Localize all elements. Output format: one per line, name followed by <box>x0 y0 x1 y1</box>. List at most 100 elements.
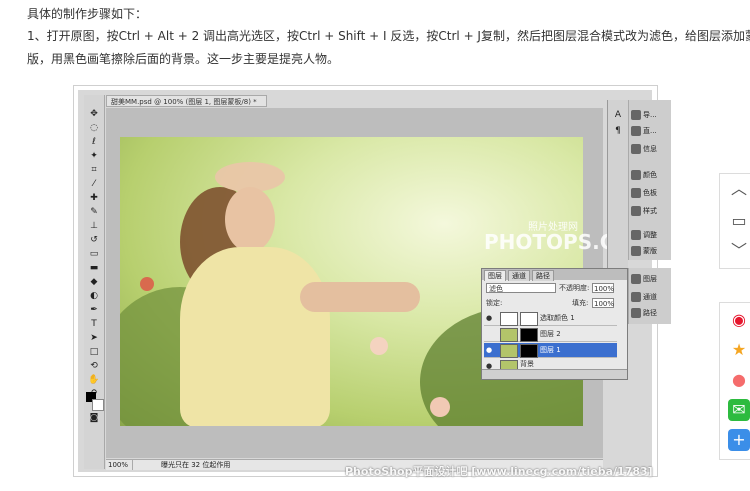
layer-row-selected[interactable]: ● 图层 1 <box>484 343 617 358</box>
weibo-icon[interactable]: ◉ <box>728 309 750 331</box>
histogram-icon <box>631 126 641 136</box>
dock-item-masks[interactable]: 蒙版 <box>631 244 657 258</box>
visibility-eye-icon[interactable] <box>486 330 494 338</box>
type-tool-icon[interactable]: T <box>87 319 101 329</box>
marquee-tool-icon[interactable]: ◌ <box>87 123 101 133</box>
face-shape <box>225 187 275 252</box>
layers-panel-footer <box>482 369 627 379</box>
eraser-tool-icon[interactable]: ▭ <box>87 249 101 259</box>
masks-icon <box>631 246 641 256</box>
article-line-1: 具体的制作步骤如下： <box>27 7 148 21</box>
brush-tool-icon[interactable]: ✎ <box>87 207 101 217</box>
character-panel-icon[interactable]: A <box>611 110 625 120</box>
eyedropper-tool-icon[interactable]: ⁄ <box>87 179 101 189</box>
magic-wand-tool-icon[interactable]: ✦ <box>87 151 101 161</box>
dock-item-color[interactable]: 颜色 <box>631 168 657 182</box>
dock-item-channels[interactable]: 通道 <box>631 290 657 304</box>
dock-item-adjustments[interactable]: 调整 <box>631 228 657 242</box>
tab-paths[interactable]: 路径 <box>532 270 554 281</box>
blend-mode-select[interactable]: 滤色 <box>486 283 556 293</box>
paragraph-panel-icon[interactable]: ¶ <box>611 126 625 136</box>
paths-icon <box>631 308 641 318</box>
info-icon <box>631 144 641 154</box>
layer-row[interactable]: 图层 2 <box>484 327 617 342</box>
layers-panel: 图层 通道 路径 滤色 不透明度: 100% 锁定: 填充: 100% ● 选取… <box>481 268 628 380</box>
layer-mask-thumbnail <box>520 344 538 358</box>
dock-label: 通道 <box>643 293 657 301</box>
lock-label: 锁定: <box>486 299 503 307</box>
qzone-star-icon[interactable]: ★ <box>728 339 750 361</box>
flower-shape <box>370 337 388 355</box>
lasso-tool-icon[interactable]: ℓ <box>87 137 101 147</box>
dock-item-layers[interactable]: 图层 <box>631 272 657 286</box>
share-bar: ◉ ★ ● ✉ + <box>719 302 750 460</box>
clone-stamp-tool-icon[interactable]: ⊥ <box>87 221 101 231</box>
dock-label: 直... <box>643 127 657 135</box>
comment-icon[interactable]: ▭ <box>728 210 750 232</box>
channels-icon <box>631 292 641 302</box>
flower-shape <box>140 277 154 291</box>
shape-tool-icon[interactable]: □ <box>87 347 101 357</box>
more-share-icon[interactable]: + <box>728 429 750 451</box>
arm-shape <box>300 282 420 312</box>
dock-item-navigator[interactable]: 导... <box>631 108 657 122</box>
background-color-swatch[interactable] <box>92 399 104 411</box>
dock-item-paths[interactable]: 路径 <box>631 306 657 320</box>
chevron-up-icon[interactable]: ︿ <box>728 178 750 200</box>
panel-dock-layers: 图层 通道 路径 <box>628 268 671 324</box>
chevron-down-icon[interactable]: ﹀ <box>728 240 750 262</box>
3d-tool-icon[interactable]: ⟲ <box>87 361 101 371</box>
dock-item-histogram[interactable]: 直... <box>631 124 657 138</box>
visibility-eye-icon[interactable]: ● <box>486 346 494 354</box>
dock-item-swatches[interactable]: 色板 <box>631 186 657 200</box>
tab-layers[interactable]: 图层 <box>484 270 506 281</box>
layers-panel-tabs: 图层 通道 路径 <box>482 269 627 281</box>
opacity-label: 不透明度: <box>559 284 590 292</box>
layer-mask-thumbnail <box>520 328 538 342</box>
history-brush-tool-icon[interactable]: ↺ <box>87 235 101 245</box>
layer-thumbnail <box>500 328 518 342</box>
dock-label: 信息 <box>643 145 657 153</box>
shirt-shape <box>180 247 330 426</box>
document-tab[interactable]: 甜美MM.psd @ 100% (图层 1, 图层蒙板/8) * <box>106 95 267 107</box>
zoom-level[interactable]: 100% <box>106 460 133 470</box>
quick-mask-icon[interactable]: ◙ <box>87 413 101 423</box>
hand-tool-icon[interactable]: ✋ <box>87 375 101 385</box>
panel-dock: 导... 直... 信息 颜色 色板 样式 调整 蒙版 <box>628 100 671 260</box>
swatches-icon <box>631 188 641 198</box>
gradient-tool-icon[interactable]: ▬ <box>87 263 101 273</box>
move-tool-icon[interactable]: ✥ <box>87 109 101 119</box>
blur-tool-icon[interactable]: ◆ <box>87 277 101 287</box>
fill-label: 填充: <box>572 299 589 307</box>
layer-thumbnail <box>500 344 518 358</box>
dock-label: 色板 <box>643 189 657 197</box>
article-line-3: 版，用黑色画笔擦除后面的背景。这一步主要是提亮人物。 <box>27 52 340 66</box>
caption-watermark: PhotoShop平面设计吧 [www.linecg.com/tieba/178… <box>345 465 653 478</box>
dodge-tool-icon[interactable]: ◐ <box>87 291 101 301</box>
dock-label: 调整 <box>643 231 657 239</box>
heart-share-icon[interactable]: ● <box>728 369 750 391</box>
pen-tool-icon[interactable]: ✒ <box>87 305 101 315</box>
layer-name: 选取颜色 1 <box>540 314 575 322</box>
layer-name: 图层 2 <box>540 330 561 338</box>
crop-tool-icon[interactable]: ⌗ <box>87 165 101 175</box>
opacity-field[interactable]: 100% <box>592 283 614 293</box>
dock-label: 路径 <box>643 309 657 317</box>
adjustments-icon <box>631 230 641 240</box>
layers-icon <box>631 274 641 284</box>
fill-field[interactable]: 100% <box>592 298 614 308</box>
dock-item-styles[interactable]: 样式 <box>631 204 657 218</box>
dock-item-info[interactable]: 信息 <box>631 142 657 156</box>
layer-row[interactable]: ● 选取颜色 1 <box>484 311 617 326</box>
visibility-eye-icon[interactable]: ● <box>486 314 494 322</box>
healing-tool-icon[interactable]: ✚ <box>87 193 101 203</box>
path-select-tool-icon[interactable]: ➤ <box>87 333 101 343</box>
layer-name: 图层 1 <box>540 346 561 354</box>
flower-shape <box>430 397 450 417</box>
dock-label: 蒙版 <box>643 247 657 255</box>
tab-channels[interactable]: 通道 <box>508 270 530 281</box>
layer-mask-thumbnail <box>520 312 538 326</box>
wechat-icon[interactable]: ✉ <box>728 399 750 421</box>
adjustment-layer-thumbnail <box>500 312 518 326</box>
dock-label: 样式 <box>643 207 657 215</box>
